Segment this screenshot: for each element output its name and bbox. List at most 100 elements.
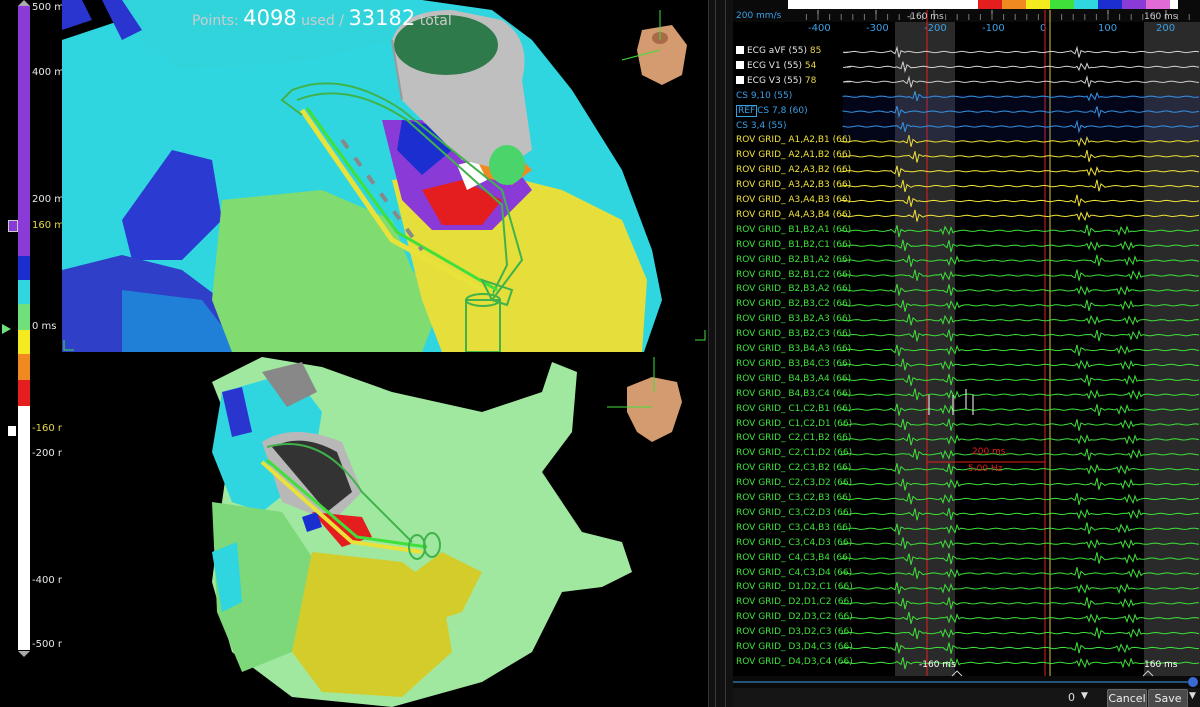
channel-label[interactable]: ROV GRID_ B2,B3,A2 (66) <box>736 284 851 295</box>
scale-bar-green <box>18 304 30 330</box>
channel-label[interactable]: ROV GRID_ A3,A4,B3 (66) <box>736 195 851 206</box>
channel-label[interactable]: ECG aVF (55) 85 <box>736 46 821 57</box>
channel-name: ROV GRID_ C4,C3,D4 (66) <box>736 567 853 578</box>
channel-name: ROV GRID_ B2,B1,A2 (66) <box>736 254 852 265</box>
channel-label[interactable]: ROV GRID_ B2,B3,C2 (66) <box>736 299 851 310</box>
channel-label[interactable]: ROV GRID_ C3,C2,D3 (66) <box>736 508 852 519</box>
pane-divider[interactable] <box>708 0 734 707</box>
channel-name: ROV GRID_ B4,B3,C4 (66) <box>736 388 852 399</box>
channel-label[interactable]: ROV GRID_ C3,C4,D3 (66) <box>736 538 852 549</box>
points-total-value: 33182 <box>348 6 416 30</box>
channel-name: ROV GRID_ C3,C4,B3 (66) <box>736 522 852 533</box>
ruler-palette-3 <box>1050 0 1074 9</box>
channel-label[interactable]: ROV GRID_ A2,A1,B2 (66) <box>736 150 851 161</box>
channel-label[interactable]: ROV GRID_ D3,D2,C3 (66) <box>736 627 853 638</box>
channel-label[interactable]: ROV GRID_ B4,B3,A4 (66) <box>736 374 851 385</box>
count-value[interactable]: 0 <box>1068 691 1075 704</box>
scale-top-handle[interactable] <box>18 0 30 6</box>
channel-name: ROV GRID_ A4,A3,B4 (66) <box>736 209 852 220</box>
channel-name: ECG aVF (55) <box>747 46 807 56</box>
channel-label[interactable]: ROV GRID_ C4,C3,B4 (66) <box>736 553 851 564</box>
scale-bar-red <box>18 380 30 406</box>
channel-name: CS 9,10 (55) <box>736 90 793 101</box>
channel-name: ROV GRID_ A2,A3,B2 (66) <box>736 165 852 176</box>
channel-checkbox[interactable] <box>736 75 744 84</box>
scale-zero-marker[interactable] <box>2 324 11 334</box>
channel-label[interactable]: REF CS 7,8 (60) <box>736 104 808 117</box>
channel-label[interactable]: ROV GRID_ D3,D4,C3 (66) <box>736 642 853 653</box>
channel-label[interactable]: ROV GRID_ A2,A3,B2 (66) <box>736 165 851 176</box>
points-used-value: 4098 <box>243 6 297 30</box>
ep-signals-panel[interactable]: -400 -300 -200 -100 0 100 200 ECG aVF (55) 85 E… <box>733 0 1200 707</box>
points-counter: Points: 4098 used / 33182 total <box>192 6 452 30</box>
channel-label[interactable]: ROV GRID_ A3,A2,B3 (66) <box>736 180 851 191</box>
channel-label[interactable]: ECG V1 (55) 54 <box>736 60 817 72</box>
channel-label[interactable]: ROV GRID_ B3,B2,C3 (66) <box>736 329 851 340</box>
top-map-view[interactable] <box>62 0 707 352</box>
count-dropdown-icon[interactable]: ▼ <box>1081 691 1088 701</box>
channel-label[interactable]: CS 9,10 (55) <box>736 91 792 102</box>
channel-label[interactable]: CS 3,4 (55) <box>736 121 787 132</box>
scale-bottom-handle[interactable] <box>18 651 30 657</box>
channel-label[interactable]: ROV GRID_ C1,C2,B1 (66) <box>736 404 851 415</box>
channel-name: ROV GRID_ D3,D2,C3 (66) <box>736 627 853 638</box>
channel-label[interactable]: ROV GRID_ B3,B4,A3 (66) <box>736 344 851 355</box>
channel-name: ROV GRID_ B1,B2,C1 (66) <box>736 239 852 250</box>
channel-label[interactable]: ROV GRID_ D2,D1,C2 (66) <box>736 597 853 608</box>
channel-name: ROV GRID_ C3,C2,D3 (66) <box>736 507 853 518</box>
ruler-tick-label-1: -300 <box>866 23 889 34</box>
footer-bar: 0 ▼ Cancel Save ▼ <box>733 688 1200 707</box>
scale-bar-white <box>18 406 30 650</box>
channel-label[interactable]: ROV GRID_ A1,A2,B1 (66) <box>736 135 851 146</box>
channel-label[interactable]: ROV GRID_ C2,C1,B2 (66) <box>736 433 851 444</box>
window-right-label: 160 ms <box>1144 12 1178 22</box>
ruler-palette-5 <box>1098 0 1122 9</box>
channel-label[interactable]: ROV GRID_ B1,B2,A1 (66) <box>736 225 851 236</box>
channel-label[interactable]: ROV GRID_ B1,B2,C1 (66) <box>736 240 851 251</box>
channel-name: ROV GRID_ D4,D3,C4 (66) <box>736 656 853 667</box>
channel-checkbox[interactable] <box>736 60 744 69</box>
channel-label[interactable]: ROV GRID_ C3,C2,B3 (66) <box>736 493 851 504</box>
channel-name: ROV GRID_ A3,A2,B3 (66) <box>736 180 852 191</box>
channel-name: ROV GRID_ C1,C2,B1 (66) <box>736 403 852 414</box>
bottom-map-view[interactable] <box>62 352 707 707</box>
channel-label[interactable]: ROV GRID_ B2,B1,C2 (66) <box>736 270 851 281</box>
channel-name: ROV GRID_ C4,C3,B4 (66) <box>736 552 852 563</box>
map-viewports[interactable]: Points: 4098 used / 33182 total <box>62 0 707 707</box>
measure-label: 200 ms <box>972 447 1006 457</box>
channel-name: ROV GRID_ A3,A4,B3 (66) <box>736 195 852 205</box>
channel-label[interactable]: ROV GRID_ C4,C3,D4 (66) <box>736 568 852 579</box>
channel-name: ROV GRID_ B3,B2,A3 (66) <box>736 314 852 325</box>
channel-label[interactable]: ROV GRID_ C2,C3,B2 (66) <box>736 463 851 474</box>
channel-name: ROV GRID_ D1,D2,C1 (66) <box>736 582 853 593</box>
channel-label[interactable]: ROV GRID_ D4,D3,C4 (66) <box>736 657 853 668</box>
ruler-palette-7 <box>1146 0 1170 9</box>
channel-name: ECG V3 (55) <box>747 75 803 86</box>
channel-checkbox[interactable] <box>736 46 744 54</box>
channel-label[interactable]: ROV GRID_ B3,B2,A3 (66) <box>736 314 851 325</box>
channel-name: ROV GRID_ A1,A2,B1 (66) <box>736 135 852 146</box>
save-button[interactable]: Save <box>1148 689 1188 707</box>
channel-name: ROV GRID_ C1,C2,D1 (66) <box>736 418 853 429</box>
channel-label[interactable]: ROV GRID_ B3,B4,C3 (66) <box>736 359 851 370</box>
scale-upper-marker[interactable] <box>8 220 18 232</box>
channel-label[interactable]: ROV GRID_ C2,C1,D2 (66) <box>736 448 852 459</box>
channel-label[interactable]: ROV GRID_ A4,A3,B4 (66) <box>736 210 851 221</box>
points-label: Points: <box>192 13 239 29</box>
save-menu-icon[interactable]: ▼ <box>1189 691 1196 701</box>
scale-lower-marker[interactable] <box>8 426 16 436</box>
channel-label[interactable]: ECG V3 (55) 78 <box>736 75 816 87</box>
measure-hz-label: 5.00 Hz <box>968 464 1003 474</box>
channel-name: ROV GRID_ B3,B4,A3 (66) <box>736 344 852 354</box>
cancel-button[interactable]: Cancel <box>1107 689 1147 707</box>
channel-label[interactable]: ROV GRID_ C3,C4,B3 (66) <box>736 523 851 534</box>
channel-label[interactable]: ROV GRID_ D2,D3,C2 (66) <box>736 612 853 623</box>
channel-label[interactable]: ROV GRID_ C2,C3,D2 (66) <box>736 478 852 489</box>
channel-value: 54 <box>802 60 817 71</box>
channel-label[interactable]: ROV GRID_ D1,D2,C1 (66) <box>736 582 853 593</box>
channel-label[interactable]: ROV GRID_ B2,B1,A2 (66) <box>736 255 851 266</box>
channel-label[interactable]: ROV GRID_ C1,C2,D1 (66) <box>736 419 852 430</box>
points-total-label: total <box>419 13 452 29</box>
channel-name: ROV GRID_ C3,C2,B3 (66) <box>736 493 852 503</box>
channel-label[interactable]: ROV GRID_ B4,B3,C4 (66) <box>736 389 851 400</box>
